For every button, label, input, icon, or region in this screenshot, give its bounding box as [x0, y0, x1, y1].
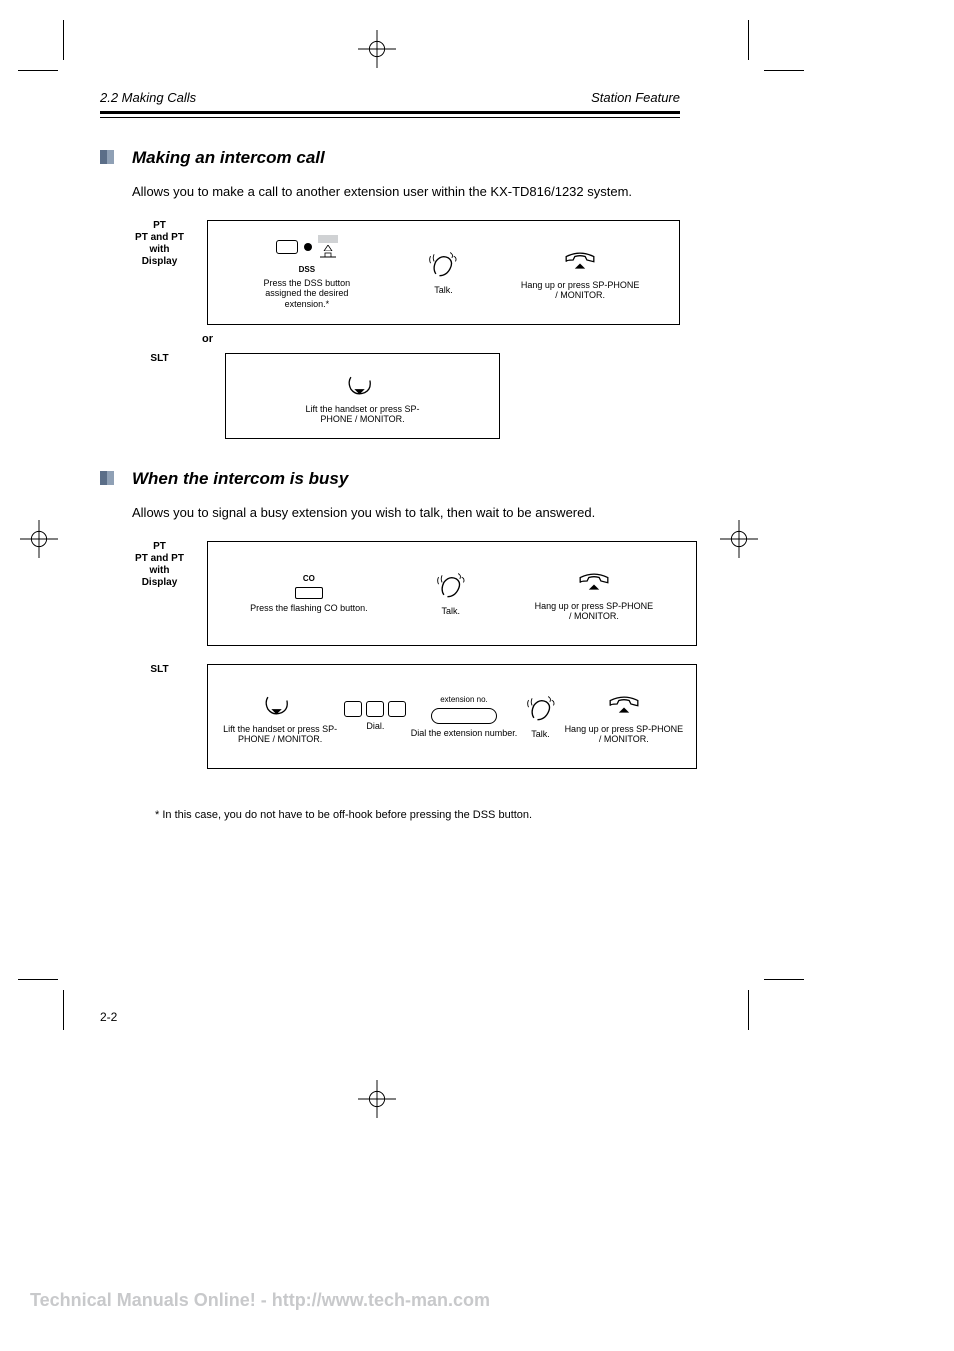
phone-type-label: PT and PT with Display: [132, 232, 187, 268]
square-bullet-icon: [100, 471, 114, 485]
step-box-single: Lift the handset or press SP-PHONE / MON…: [225, 353, 500, 440]
dss-key-icon: [276, 240, 298, 254]
ext-label: extension no.: [440, 695, 488, 704]
step-box: Lift the handset or press SP-PHONE / MON…: [207, 664, 697, 769]
step-hangup: Hang up or press SP-PHONE / MONITOR.: [564, 688, 684, 745]
step-caption: Hang up or press SP-PHONE / MONITOR.: [534, 601, 654, 622]
step-dial: Dial.: [344, 701, 406, 731]
step-caption: Lift the handset or press SP-PHONE / MON…: [303, 404, 423, 425]
step-talk: Talk.: [522, 693, 560, 739]
step-dss-button: DSS Press the DSS button assigned the de…: [247, 235, 367, 309]
step-talk: Talk.: [424, 249, 462, 295]
handset-down-icon: [575, 565, 613, 597]
handset-down-icon: [605, 688, 643, 720]
step-hangup: Hang up or press SP-PHONE / MONITOR.: [534, 565, 654, 622]
step-extension-no: extension no. Dial the extension number.: [411, 695, 518, 738]
step-caption: Press the DSS button assigned the desire…: [247, 278, 367, 309]
handset-down-icon: [561, 244, 599, 276]
dss-label: DSS: [299, 265, 315, 274]
step-caption: Hang up or press SP-PHONE / MONITOR.: [564, 724, 684, 745]
section-title: Making an intercom call: [132, 148, 680, 168]
step-hangup: Hang up or press SP-PHONE / MONITOR.: [520, 244, 640, 301]
step-row-pt: PT PT and PT with Display: [132, 220, 680, 325]
registration-mark-bottom: [358, 1080, 396, 1118]
square-bullet-icon: [100, 150, 114, 164]
section-intercom-call: Making an intercom call Allows you to ma…: [100, 148, 680, 439]
registration-mark-right: [720, 520, 758, 558]
extension-field-icon: [431, 708, 497, 724]
handset-up-icon: [344, 368, 382, 400]
chapter-right: Station Feature: [591, 90, 680, 105]
phone-type-label: PT and PT with Display: [132, 553, 187, 589]
key-label-icon: [318, 235, 338, 259]
step-row-slt: SLT Lift the handset or press SP-PHONE /…: [132, 664, 697, 769]
step-row-slt: SLT Lift the handset or press SP-PHONE /…: [132, 353, 680, 440]
handset-ring-icon: [432, 570, 470, 602]
step-caption: Dial the extension number.: [411, 728, 518, 738]
registration-mark-top: [358, 30, 396, 68]
divider-thin: [100, 117, 680, 118]
handset-ring-icon: [522, 693, 560, 725]
step-caption: Talk.: [531, 729, 550, 739]
divider-thick: [100, 111, 680, 114]
step-row-pt: PT PT and PT with Display CO Press the f…: [132, 541, 697, 646]
chapter-left: 2.2 Making Calls: [100, 90, 196, 105]
phone-type-label: SLT: [132, 353, 187, 365]
or-separator: or: [202, 333, 680, 345]
footer-text: Technical Manuals Online! - http://www.t…: [30, 1290, 490, 1311]
registration-mark-left: [20, 520, 58, 558]
step-co-button: CO Press the flashing CO button.: [250, 574, 368, 613]
page-content: 2.2 Making Calls Station Feature Making …: [100, 90, 680, 821]
section-intro-text: Allows you to make a call to another ext…: [132, 182, 680, 202]
step-offhook: Lift the handset or press SP-PHONE / MON…: [303, 368, 423, 425]
section-intercom-busy: When the intercom is busy Allows you to …: [100, 469, 680, 769]
led-dot-icon: [304, 243, 312, 251]
step-caption: Lift the handset or press SP-PHONE / MON…: [220, 724, 340, 745]
handset-up-icon: [261, 688, 299, 720]
step-talk: Talk.: [432, 570, 470, 616]
step-box: CO Press the flashing CO button. Talk.: [207, 541, 697, 646]
chapter-header: 2.2 Making Calls Station Feature: [100, 90, 680, 105]
phone-type-label: SLT: [132, 664, 187, 676]
dial-keys-icon: [344, 701, 406, 717]
section-intro-text: Allows you to signal a busy extension yo…: [132, 503, 697, 523]
phone-type-label: PT: [132, 220, 187, 232]
step-caption: Talk.: [434, 285, 453, 295]
phone-type-label: PT: [132, 541, 187, 553]
co-key-icon: [295, 587, 323, 599]
step-caption: Talk.: [442, 606, 461, 616]
handset-ring-icon: [424, 249, 462, 281]
section-title: When the intercom is busy: [132, 469, 697, 489]
step-caption: Dial.: [366, 721, 384, 731]
step-caption: Hang up or press SP-PHONE / MONITOR.: [520, 280, 640, 301]
step-caption: Press the flashing CO button.: [250, 603, 368, 613]
footnote: * In this case, you do not have to be of…: [155, 809, 680, 821]
page-number: 2-2: [100, 1010, 117, 1024]
co-label: CO: [303, 574, 315, 583]
step-box: DSS Press the DSS button assigned the de…: [207, 220, 680, 325]
step-offhook: Lift the handset or press SP-PHONE / MON…: [220, 688, 340, 745]
